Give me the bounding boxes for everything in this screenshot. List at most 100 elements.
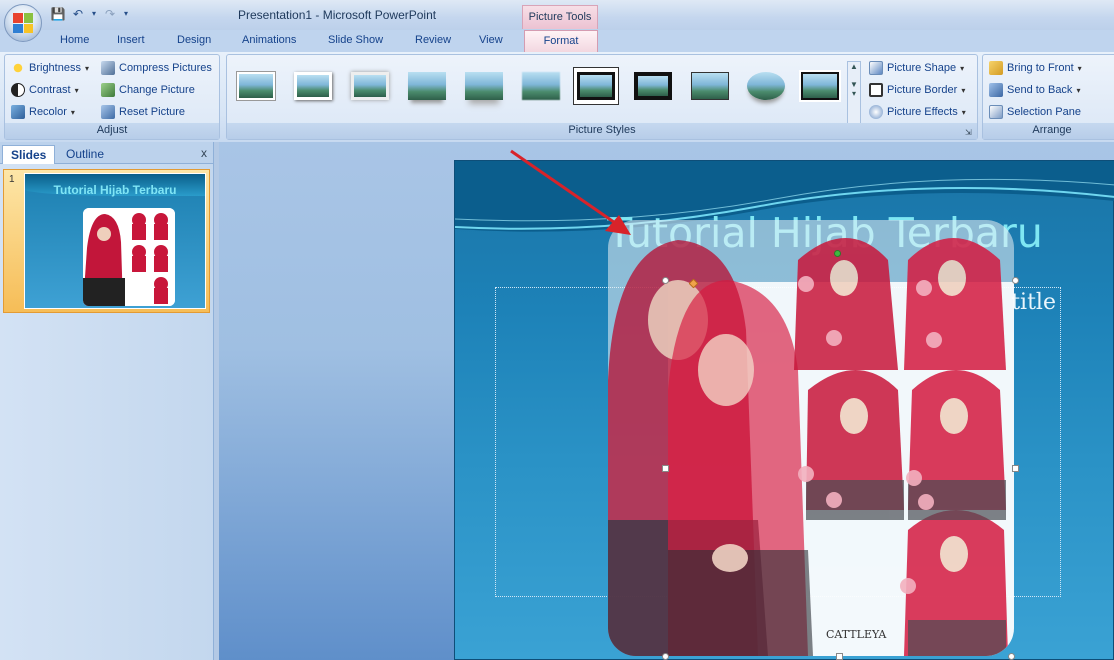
- picture-border-icon: [869, 83, 883, 97]
- save-icon[interactable]: 💾: [50, 6, 66, 22]
- picture-styles-group: ▲ ▼ ▾ Picture Shape ▾ Picture Border ▾ Pic…: [226, 54, 978, 140]
- compress-label: Compress Pictures: [119, 62, 212, 74]
- selection-pane-icon: [989, 105, 1003, 119]
- picture-style-6[interactable]: [518, 67, 564, 105]
- picture-style-1[interactable]: [233, 67, 279, 105]
- reset-picture-label: Reset Picture: [119, 106, 186, 118]
- redo-icon[interactable]: ↷: [102, 6, 118, 22]
- slide-number: 1: [9, 174, 15, 185]
- picture-style-4[interactable]: [404, 67, 450, 105]
- contrast-label: Contrast: [29, 84, 71, 96]
- picture-style-11[interactable]: [797, 67, 843, 105]
- picture-style-8[interactable]: [630, 67, 676, 105]
- adjust-group: Brightness ▾ Contrast ▾ Recolor ▾ Compre…: [4, 54, 220, 140]
- change-picture-label: Change Picture: [119, 84, 195, 96]
- resize-handle[interactable]: [662, 653, 669, 660]
- panel-tabs: Slides Outline x: [0, 142, 213, 164]
- undo-dropdown-icon[interactable]: ▾: [90, 6, 98, 22]
- ribbon: Brightness ▾ Contrast ▾ Recolor ▾ Compre…: [0, 52, 1114, 142]
- bring-to-front-icon: [989, 61, 1003, 75]
- picture-shape-icon: [869, 61, 883, 75]
- quick-access-toolbar: 💾 ↶ ▾ ↷ ▾: [50, 6, 130, 22]
- hijab-tutorial-image: CATTLEYA: [608, 238, 1008, 656]
- styles-gallery-scroll[interactable]: ▲ ▼ ▾: [847, 61, 861, 125]
- brightness-icon: [11, 61, 25, 75]
- tab-review[interactable]: Review: [415, 34, 451, 46]
- chevron-down-icon: ▾: [961, 107, 966, 117]
- recolor-button[interactable]: Recolor ▾: [11, 105, 75, 119]
- undo-icon[interactable]: ↶: [70, 6, 86, 22]
- resize-handle[interactable]: [1012, 465, 1019, 472]
- bring-to-front-label: Bring to Front: [1007, 62, 1074, 74]
- selection-pane-label: Selection Pane: [1007, 106, 1081, 118]
- resize-handle[interactable]: [836, 653, 843, 660]
- chevron-down-icon: ▾: [960, 63, 965, 73]
- chevron-down-icon: ▾: [74, 85, 79, 95]
- chevron-down-icon: ▾: [70, 107, 75, 117]
- tab-design[interactable]: Design: [177, 34, 211, 46]
- reset-picture-button[interactable]: Reset Picture: [101, 105, 185, 119]
- send-to-back-icon: [989, 83, 1003, 97]
- resize-handle[interactable]: [1012, 277, 1019, 284]
- send-to-back-label: Send to Back: [1007, 84, 1073, 96]
- resize-handle[interactable]: [1008, 653, 1015, 660]
- slide-thumbnail-1[interactable]: 1 Tutorial Hijab Terbaru: [3, 169, 210, 313]
- chevron-down-icon: ▾: [961, 85, 966, 95]
- close-icon[interactable]: x: [201, 146, 207, 160]
- reset-picture-icon: [101, 105, 115, 119]
- brand-logo-text: CATTLEYA: [826, 628, 887, 641]
- change-picture-icon: [101, 83, 115, 97]
- slide-thumbnail-preview: Tutorial Hijab Terbaru: [24, 173, 206, 309]
- chevron-down-icon: ▾: [1076, 85, 1081, 95]
- picture-style-10[interactable]: [743, 67, 789, 105]
- chevron-down-icon: ▾: [84, 63, 89, 73]
- tab-outline[interactable]: Outline: [58, 145, 112, 164]
- picture-shape-label: Picture Shape: [887, 62, 957, 74]
- tab-format[interactable]: Format: [524, 30, 598, 53]
- recolor-icon: [11, 105, 25, 119]
- office-logo-icon: [13, 13, 33, 33]
- tab-insert[interactable]: Insert: [117, 34, 145, 46]
- change-picture-button[interactable]: Change Picture: [101, 83, 195, 97]
- red-arrow-annotation: [510, 149, 631, 235]
- arrange-group: Bring to Front ▾ Send to Back ▾ Selectio…: [982, 54, 1114, 140]
- picture-styles-group-label: Picture Styles: [227, 123, 977, 139]
- thumbnail-title: Tutorial Hijab Terbaru: [53, 183, 177, 197]
- picture-style-5[interactable]: [461, 67, 507, 105]
- picture-style-9[interactable]: [687, 67, 733, 105]
- rotate-handle[interactable]: [834, 250, 841, 257]
- picture-effects-label: Picture Effects: [887, 106, 958, 118]
- picture-style-2[interactable]: [290, 67, 336, 105]
- send-to-back-button[interactable]: Send to Back ▾: [989, 83, 1080, 97]
- selected-picture[interactable]: CATTLEYA: [608, 220, 1014, 656]
- picture-style-3[interactable]: [347, 67, 393, 105]
- dialog-launcher-icon[interactable]: ⇲: [965, 128, 974, 137]
- chevron-down-icon: ▾: [1077, 63, 1082, 73]
- thumbnail-picture: [83, 208, 175, 306]
- customize-qat-icon[interactable]: ▾: [122, 6, 130, 22]
- selection-pane-button[interactable]: Selection Pane: [989, 105, 1081, 119]
- brightness-label: Brightness: [29, 62, 81, 74]
- tab-home[interactable]: Home: [60, 34, 89, 46]
- picture-effects-button[interactable]: Picture Effects ▾: [869, 105, 966, 119]
- bring-to-front-button[interactable]: Bring to Front ▾: [989, 61, 1082, 75]
- tab-slide-show[interactable]: Slide Show: [328, 34, 383, 46]
- recolor-label: Recolor: [29, 106, 67, 118]
- picture-border-button[interactable]: Picture Border ▾: [869, 83, 965, 97]
- resize-handle[interactable]: [662, 277, 669, 284]
- tab-animations[interactable]: Animations: [242, 34, 296, 46]
- contrast-button[interactable]: Contrast ▾: [11, 83, 79, 97]
- resize-handle[interactable]: [662, 465, 669, 472]
- window-title: Presentation1 - Microsoft PowerPoint: [238, 8, 437, 22]
- picture-style-7[interactable]: [573, 67, 619, 105]
- tab-slides[interactable]: Slides: [2, 145, 56, 164]
- compress-icon: [101, 61, 115, 75]
- slides-panel: Slides Outline x 1 Tutorial Hijab Terbar…: [0, 142, 213, 660]
- arrange-group-label: Arrange: [983, 123, 1114, 139]
- compress-pictures-button[interactable]: Compress Pictures: [101, 61, 212, 75]
- office-button[interactable]: [4, 4, 42, 42]
- brightness-button[interactable]: Brightness ▾: [11, 61, 89, 75]
- title-bar: 💾 ↶ ▾ ↷ ▾ Presentation1 - Microsoft Powe…: [0, 0, 1114, 30]
- tab-view[interactable]: View: [479, 34, 503, 46]
- picture-shape-button[interactable]: Picture Shape ▾: [869, 61, 964, 75]
